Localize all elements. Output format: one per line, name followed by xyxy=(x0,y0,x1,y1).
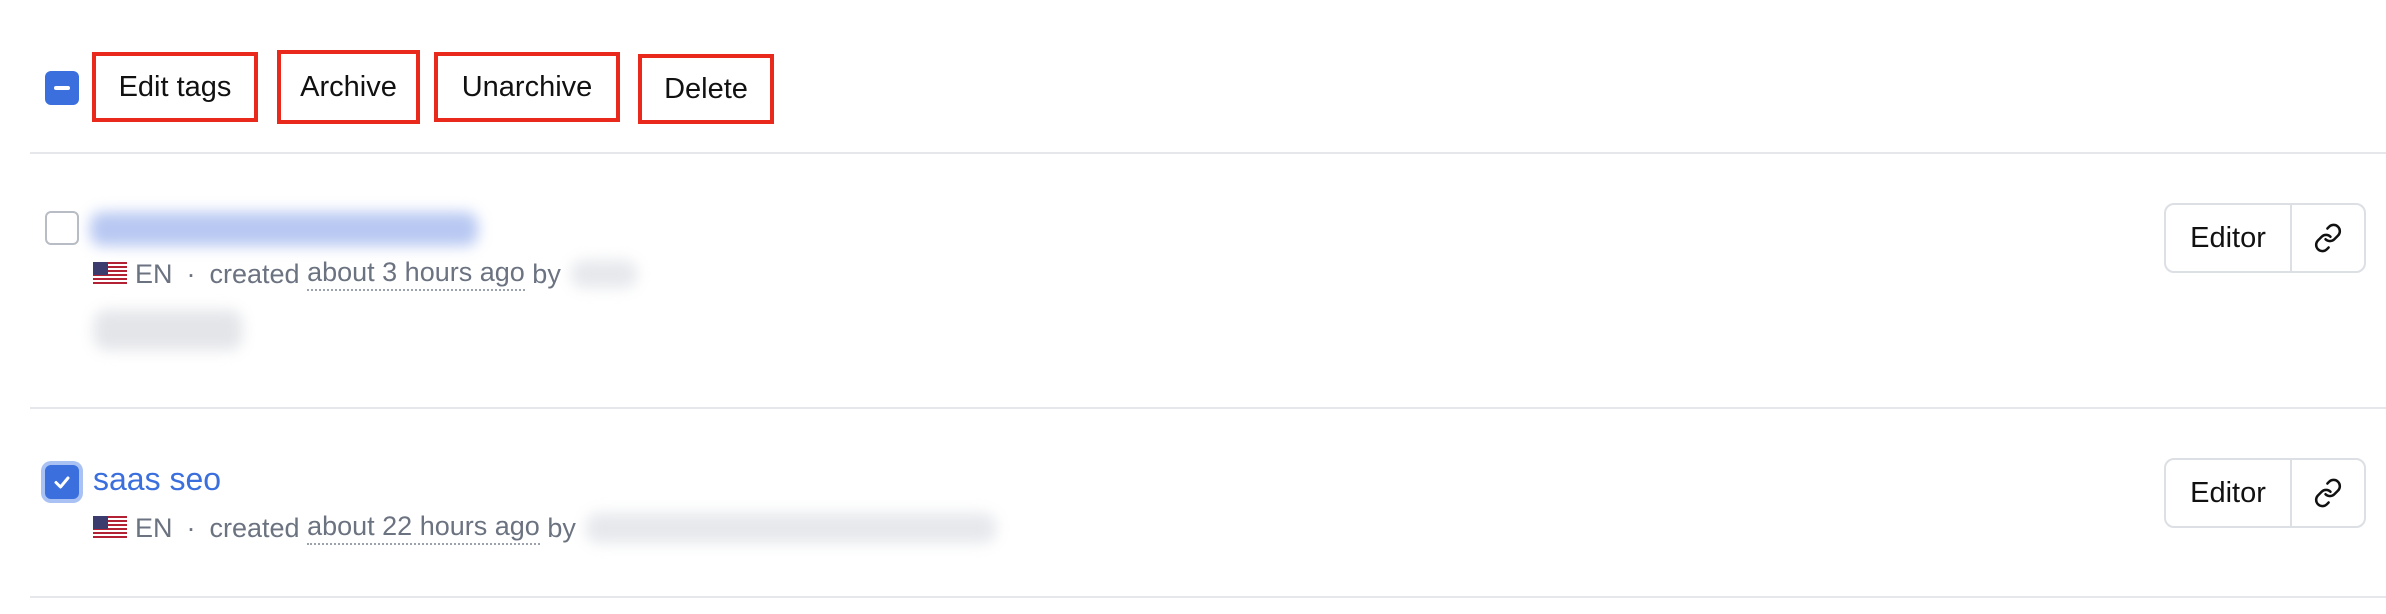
edit-tags-button[interactable]: Edit tags xyxy=(92,52,258,122)
redacted-author xyxy=(570,260,637,288)
us-flag-icon xyxy=(93,516,127,540)
copy-link-button[interactable] xyxy=(2292,460,2364,526)
separator-dot: · xyxy=(186,512,196,543)
us-flag-icon xyxy=(93,262,127,286)
divider xyxy=(30,152,2386,154)
copy-link-button[interactable] xyxy=(2292,205,2364,271)
by-label: by xyxy=(547,512,576,543)
redacted-title[interactable] xyxy=(90,212,478,246)
unarchive-button[interactable]: Unarchive xyxy=(434,52,620,122)
created-label: created xyxy=(209,512,300,543)
link-icon xyxy=(2314,223,2342,253)
select-all-checkbox[interactable] xyxy=(45,71,79,105)
language-label: EN xyxy=(135,258,173,289)
project-title-link[interactable]: saas seo xyxy=(93,461,221,498)
created-label: created xyxy=(209,258,300,289)
editor-button[interactable]: Editor xyxy=(2166,205,2292,271)
row-meta: EN · created about 22 hours ago by xyxy=(93,510,996,546)
delete-button[interactable]: Delete xyxy=(638,54,774,124)
redacted-author xyxy=(585,513,996,543)
row-actions: Editor xyxy=(2164,203,2366,273)
language-label: EN xyxy=(135,512,173,543)
link-icon xyxy=(2314,478,2342,508)
divider xyxy=(30,596,2386,598)
row-checkbox[interactable] xyxy=(45,211,79,245)
row-meta: EN · created about 3 hours ago by xyxy=(93,256,637,292)
separator-dot: · xyxy=(186,258,196,289)
created-time: about 22 hours ago xyxy=(307,511,540,545)
editor-button[interactable]: Editor xyxy=(2166,460,2292,526)
by-label: by xyxy=(532,258,561,289)
row-actions: Editor xyxy=(2164,458,2366,528)
archive-button[interactable]: Archive xyxy=(277,50,420,124)
checkmark-icon xyxy=(54,476,70,489)
redacted-tag xyxy=(94,310,242,350)
indeterminate-dash-icon xyxy=(54,86,70,90)
row-checkbox[interactable] xyxy=(45,465,79,499)
created-time: about 3 hours ago xyxy=(307,257,525,291)
divider xyxy=(30,407,2386,409)
